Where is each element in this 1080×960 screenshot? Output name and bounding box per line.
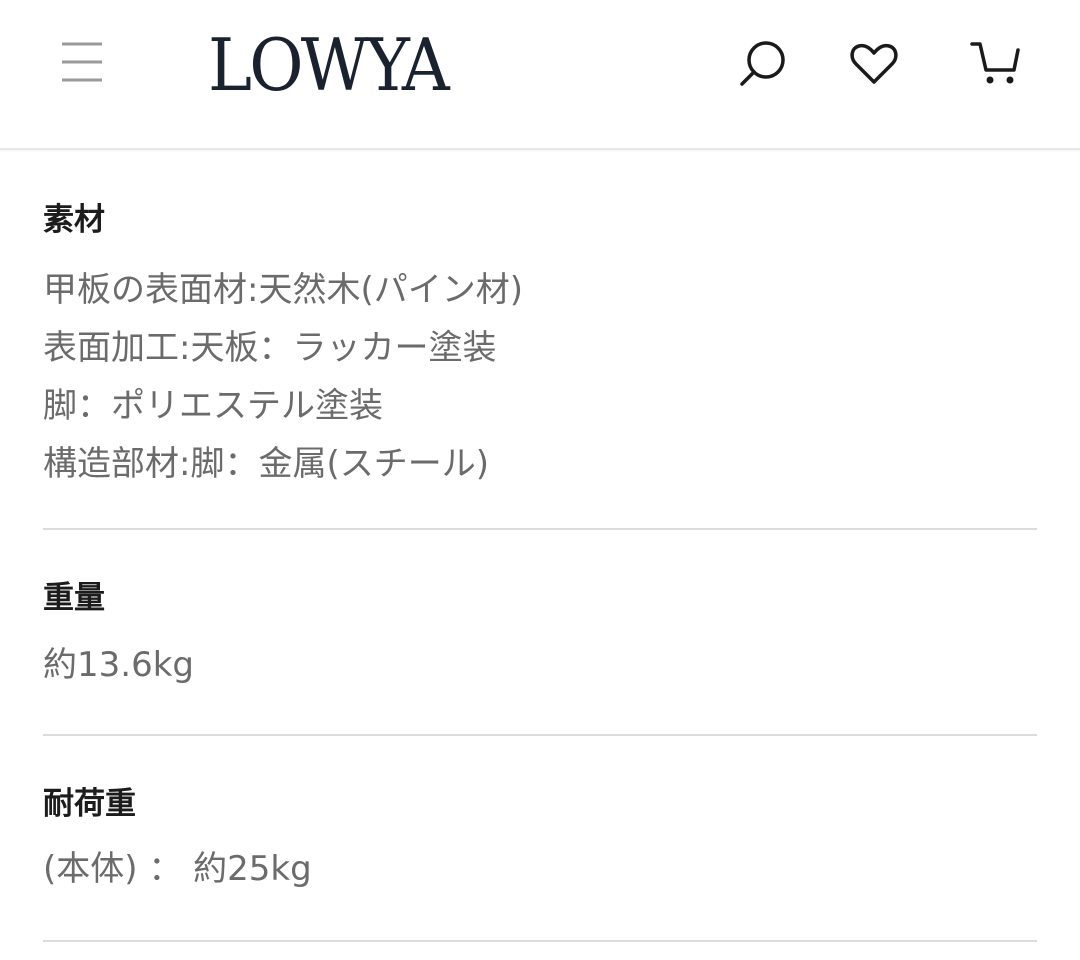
cart-button[interactable] — [968, 36, 1024, 92]
spec-line: 甲板の表面材:天然木(パイン材) — [43, 270, 523, 310]
spec-section-weight: 重量 約13.6kg — [43, 530, 1037, 736]
product-spec-list: 素材 甲板の表面材:天然木(パイン材) 表面加工:天板：ラッカー塗装 脚：ポリエ… — [0, 150, 1080, 942]
spec-body-load-capacity: (本体) ： 約25kg — [43, 840, 312, 898]
spec-section-load-capacity: 耐荷重 (本体) ： 約25kg — [43, 736, 1037, 942]
cart-icon — [970, 42, 1020, 84]
spec-title-material: 素材 — [43, 202, 105, 238]
spec-line: 表面加工:天板：ラッカー塗装 — [43, 328, 497, 368]
spec-title-load-capacity: 耐荷重 — [43, 786, 136, 822]
spec-line: 構造部材:脚：金属(スチール) — [43, 444, 489, 484]
spec-line: (本体) ： 約25kg — [43, 849, 312, 889]
hamburger-menu-icon — [62, 42, 102, 82]
heart-icon — [850, 43, 898, 84]
spec-section-material: 素材 甲板の表面材:天然木(パイン材) 表面加工:天板：ラッカー塗装 脚：ポリエ… — [43, 150, 1037, 530]
menu-button[interactable] — [58, 40, 106, 84]
spec-body-material: 甲板の表面材:天然木(パイン材) 表面加工:天板：ラッカー塗装 脚：ポリエステル… — [43, 261, 523, 493]
spec-body-weight: 約13.6kg — [43, 636, 194, 694]
search-button[interactable] — [736, 36, 792, 92]
spec-line: 約13.6kg — [43, 645, 194, 685]
site-logo[interactable]: LOWYA — [208, 20, 450, 110]
spec-title-weight: 重量 — [43, 580, 105, 616]
search-icon — [740, 41, 785, 86]
favorites-button[interactable] — [846, 36, 902, 92]
spec-line: 脚：ポリエステル塗装 — [43, 386, 383, 426]
site-header: LOWYA — [0, 0, 1080, 150]
